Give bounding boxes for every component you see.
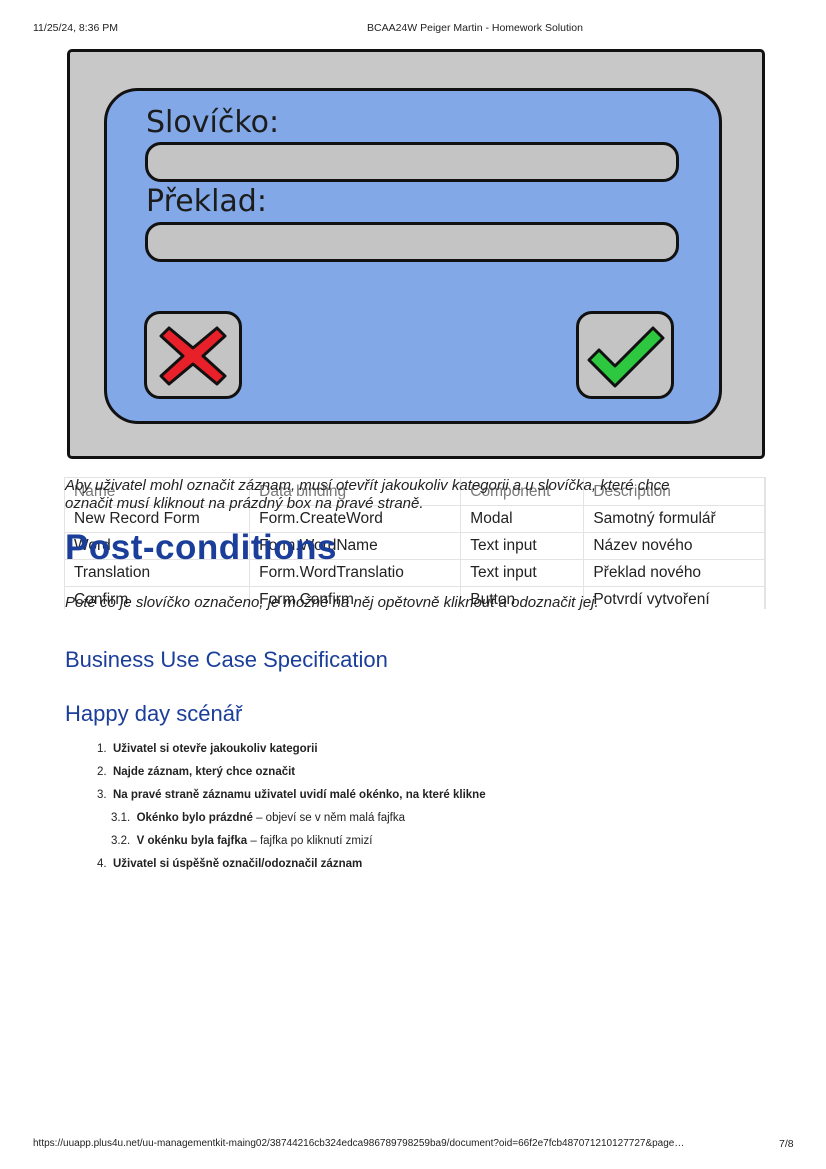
step-rest: – fajfka po kliknutí zmizí (247, 835, 373, 847)
step-rest: – objeví se v něm malá fajfka (252, 812, 406, 824)
step-bold: Uživatel si otevře jakoukoliv kategorii (112, 743, 318, 755)
print-page-number: 7/8 (779, 1138, 794, 1150)
step-bold: Najde záznam, který chce označit (112, 766, 296, 778)
cell-description: Samotný formulář (583, 505, 765, 533)
cancel-x-icon (159, 326, 227, 386)
step-bold: Okénko bylo prázdné (136, 812, 253, 824)
cell-component: Text input (460, 559, 585, 587)
step-number: 2. (97, 766, 107, 778)
step-number: 1. (97, 743, 107, 755)
list-item: 2. Najde záznam, který chce označit (97, 766, 295, 778)
mockup-translation-label: Překlad: (146, 184, 267, 219)
list-item: 1. Uživatel si otevře jakoukoliv kategor… (97, 743, 318, 755)
mockup-confirm-button (576, 311, 674, 399)
postcondition-text: Poté co je slovíčko označeno, je možné n… (65, 594, 599, 611)
confirm-check-icon (587, 326, 665, 388)
list-item: 3.2. V okénku byla fajfka – fajfka po kl… (111, 835, 372, 847)
cell-description: Potvrdí vytvoření (583, 586, 765, 609)
step-bold: Na pravé straně záznamu uživatel uvidí m… (112, 789, 486, 801)
cell-description: Překlad nového (583, 559, 765, 587)
precondition-line-1: Aby uživatel mohl označit záznam, musí o… (65, 477, 670, 494)
precondition-line-2: označit musí kliknout na prázdný box na … (65, 495, 424, 512)
print-url: https://uuapp.plus4u.net/uu-managementki… (33, 1138, 685, 1149)
cell-component: Text input (460, 532, 585, 560)
cell-component: Modal (460, 505, 585, 533)
step-number: 3.2. (111, 835, 131, 847)
print-datetime: 11/25/24, 8:36 PM (33, 22, 119, 34)
mockup-word-label: Slovíčko: (146, 105, 280, 140)
list-item: 3. Na pravé straně záznamu uživatel uvid… (97, 789, 486, 801)
mockup-cancel-button (144, 311, 242, 399)
step-number: 3. (97, 789, 107, 801)
step-number: 3.1. (111, 812, 131, 824)
list-item: 3.1. Okénko bylo prázdné – objeví se v n… (111, 812, 405, 824)
step-bold: Uživatel si úspěšně označil/odoznačil zá… (112, 858, 363, 870)
step-bold: V okénku byla fajfka (136, 835, 248, 847)
mockup-translation-field (145, 222, 679, 262)
mockup-word-field (145, 142, 679, 182)
print-doc-title: BCAA24W Peiger Martin - Homework Solutio… (367, 22, 583, 34)
section-title: Business Use Case Specification (65, 647, 388, 672)
subsection-title: Happy day scénář (65, 701, 243, 726)
list-item: 4. Uživatel si úspěšně označil/odoznačil… (97, 858, 362, 870)
cell-description: Název nového (583, 532, 765, 560)
step-number: 4. (97, 858, 107, 870)
post-conditions-heading: Post-conditions (65, 528, 337, 567)
